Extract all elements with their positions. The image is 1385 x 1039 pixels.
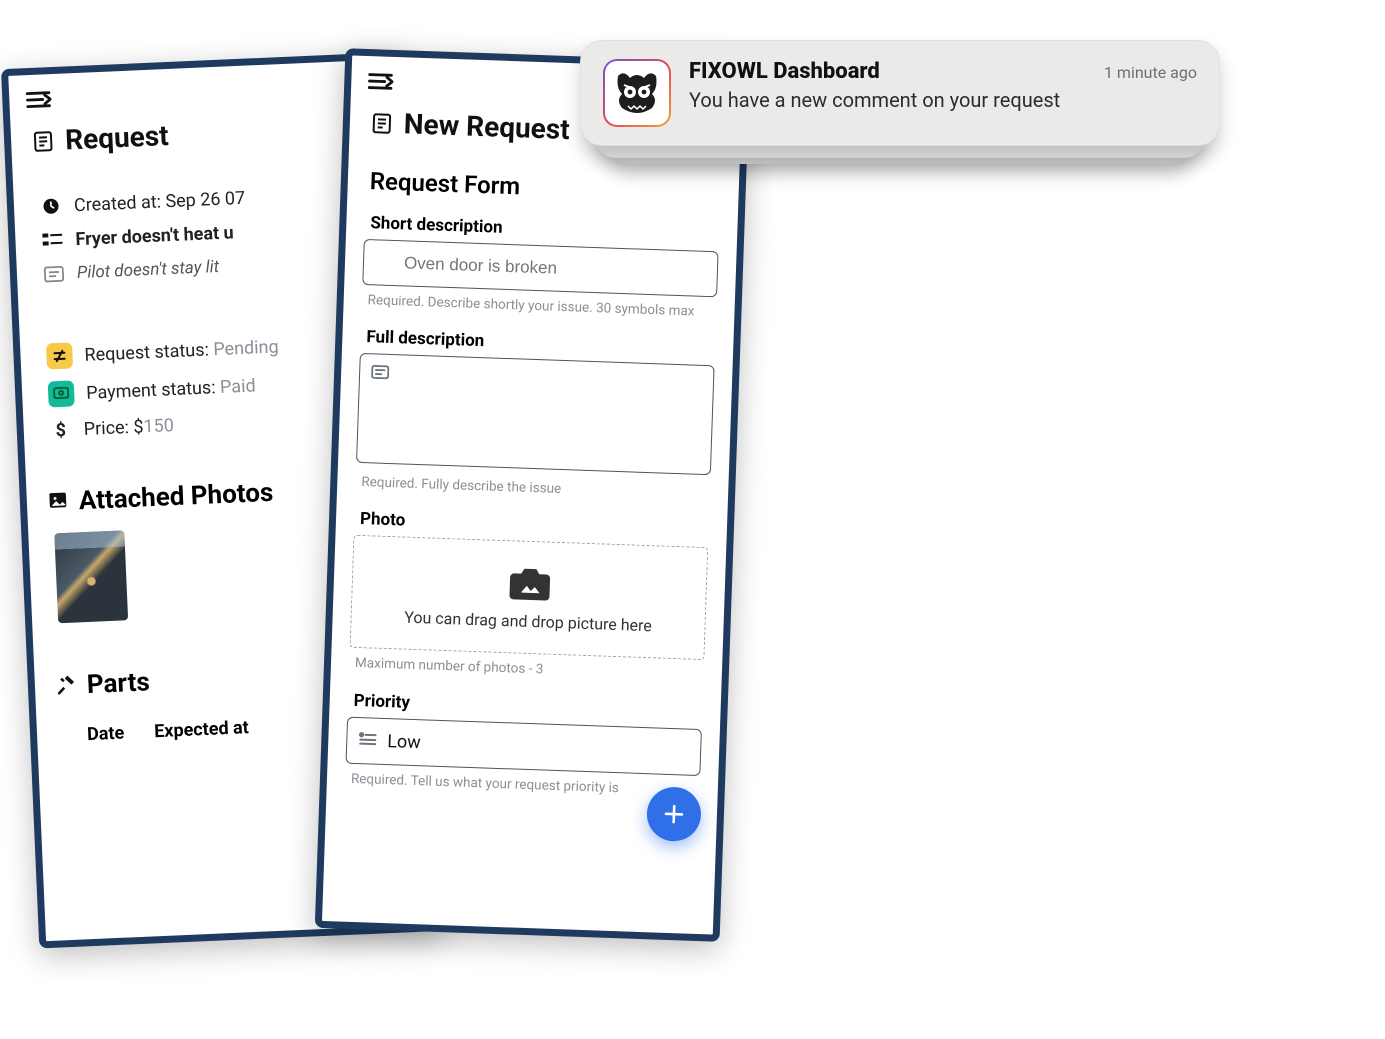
notification-title: FIXOWL Dashboard (689, 59, 880, 84)
camera-icon (507, 564, 552, 604)
page-title: New Request (403, 107, 570, 146)
created-at-text: Created at: Sep 26 07 (74, 187, 246, 215)
request-status: Request status: Pending (84, 336, 279, 365)
full-description-input[interactable] (356, 353, 715, 475)
attached-photos-title: Attached Photos (78, 478, 274, 516)
priority-icon (358, 731, 377, 751)
full-desc-icon (371, 364, 390, 384)
notification-card[interactable]: FIXOWL Dashboard 1 minute ago You have a… (580, 40, 1220, 146)
tools-icon (54, 673, 77, 700)
page-title: Request (64, 119, 169, 156)
new-request-screen: New Request Request Form Short descripti… (315, 48, 750, 942)
dropzone-text: You can drag and drop picture here (363, 607, 692, 637)
attached-photo-thumbnail[interactable] (54, 530, 128, 623)
notification-message: You have a new comment on your request (689, 88, 1197, 112)
issue-subtitle: Pilot doesn't stay lit (77, 257, 220, 283)
status-icon (46, 342, 73, 369)
payment-icon (48, 380, 75, 407)
price-text: Price: $150 (83, 415, 174, 440)
image-icon (46, 489, 69, 516)
notification-time: 1 minute ago (1104, 63, 1197, 82)
document-icon (369, 111, 394, 136)
issue-title: Fryer doesn't heat u (75, 222, 234, 250)
app-icon (603, 59, 671, 127)
note-icon (43, 263, 66, 286)
parts-title: Parts (86, 667, 150, 700)
list-icon (41, 229, 64, 252)
parts-col-date: Date (87, 723, 125, 746)
parts-col-expected: Expected at (154, 717, 249, 742)
document-icon (31, 128, 56, 153)
clock-icon (40, 195, 63, 218)
photo-dropzone[interactable]: You can drag and drop picture here (350, 535, 709, 660)
payment-status: Payment status: Paid (86, 375, 256, 403)
dollar-icon: $ (49, 419, 72, 442)
